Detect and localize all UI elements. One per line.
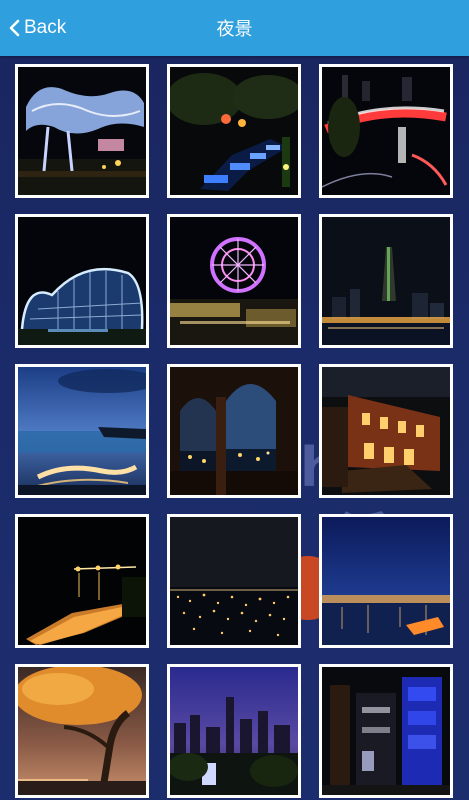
photo-harbor-dusk: [18, 367, 146, 495]
photo-harbor-night: [322, 517, 450, 645]
photo-brick-building: [322, 367, 450, 495]
photo-city-skyline-tower: [322, 217, 450, 345]
photo-blue-lit-walkway: [170, 67, 298, 195]
photo-tile[interactable]: [167, 64, 301, 198]
navigation-bar: Back 夜景: [0, 0, 469, 56]
photo-city-lights-panorama: [170, 517, 298, 645]
photo-dome-structure: [18, 217, 146, 345]
photo-tile[interactable]: [15, 64, 149, 198]
photo-ferris-wheel: [170, 217, 298, 345]
photo-tile[interactable]: [15, 214, 149, 348]
photo-tree-sunset: [18, 667, 146, 795]
photo-tile[interactable]: [167, 364, 301, 498]
page-title: 夜景: [216, 19, 253, 40]
photo-city-twilight: [170, 667, 298, 795]
photo-tile[interactable]: [167, 514, 301, 648]
photo-tile[interactable]: [319, 214, 453, 348]
photo-tile[interactable]: [15, 364, 149, 498]
photo-tile[interactable]: [319, 364, 453, 498]
photo-arched-window-view: [170, 367, 298, 495]
photo-tile[interactable]: [15, 514, 149, 648]
photo-tile[interactable]: [319, 664, 453, 798]
photo-blue-lit-buildings: [322, 667, 450, 795]
photo-tile[interactable]: [319, 514, 453, 648]
photo-red-bridge: [322, 67, 450, 195]
photo-tile[interactable]: [15, 664, 149, 798]
photo-tile[interactable]: [319, 64, 453, 198]
photo-tile[interactable]: [167, 214, 301, 348]
photo-tile[interactable]: [167, 664, 301, 798]
photo-light-sculpture: [18, 67, 146, 195]
photo-pier-lights: [18, 517, 146, 645]
photo-grid: [15, 64, 455, 798]
